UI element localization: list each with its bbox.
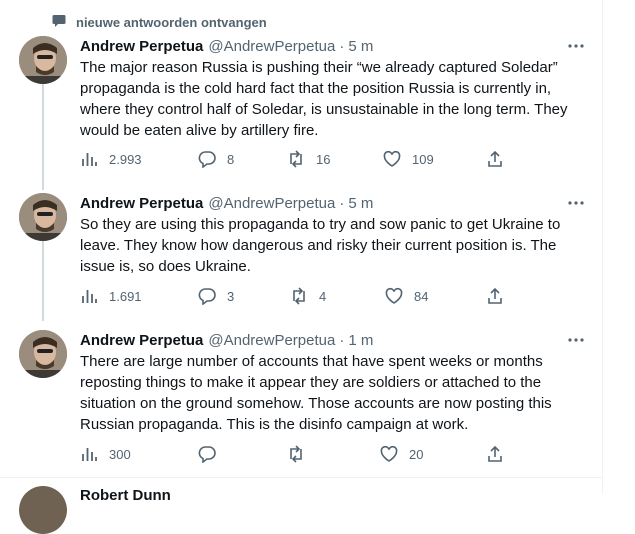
like-count: 109 bbox=[412, 151, 434, 167]
separator: · bbox=[339, 37, 345, 55]
speech-bubble-icon bbox=[52, 14, 66, 31]
timestamp[interactable]: 5 m bbox=[348, 195, 373, 212]
like-button[interactable]: 84 bbox=[385, 286, 428, 306]
avatar[interactable] bbox=[19, 486, 67, 534]
avatar[interactable] bbox=[19, 36, 67, 84]
scrollbar[interactable] bbox=[628, 0, 635, 494]
views-button[interactable]: 1.691 bbox=[80, 286, 142, 306]
reply-icon bbox=[198, 446, 216, 463]
share-button[interactable] bbox=[486, 444, 504, 464]
reply-button[interactable]: 8 bbox=[198, 149, 234, 169]
notify-replies-row[interactable]: nieuwe antwoorden ontvangen bbox=[52, 13, 267, 31]
author-name[interactable]: Robert Dunn bbox=[80, 487, 171, 504]
tweet[interactable]: Andrew Perpetua @AndrewPerpetua · 5 m So… bbox=[0, 193, 602, 313]
author-name[interactable]: Andrew Perpetua bbox=[80, 38, 203, 55]
avatar[interactable] bbox=[19, 330, 67, 378]
views-count: 2.993 bbox=[109, 151, 142, 167]
tweet-text: The major reason Russia is pushing their… bbox=[80, 59, 568, 139]
author-handle[interactable]: @AndrewPerpetua bbox=[208, 38, 335, 55]
author-name[interactable]: Andrew Perpetua bbox=[80, 332, 203, 349]
reply-icon bbox=[198, 288, 216, 305]
reply-icon bbox=[198, 151, 216, 168]
author-handle[interactable]: @AndrewPerpetua bbox=[208, 332, 335, 349]
tweet-actions: 2.993 8 16 109 bbox=[80, 149, 510, 169]
share-icon bbox=[488, 150, 502, 167]
retweet-icon bbox=[293, 287, 305, 305]
reply-button[interactable]: 3 bbox=[198, 286, 234, 306]
tweet[interactable]: Andrew Perpetua @AndrewPerpetua · 5 m Th… bbox=[0, 36, 602, 176]
views-button[interactable]: 2.993 bbox=[80, 149, 142, 169]
views-icon bbox=[82, 448, 97, 461]
timestamp[interactable]: 1 m bbox=[348, 332, 373, 349]
notify-replies-label: nieuwe antwoorden ontvangen bbox=[76, 14, 267, 30]
timeline-column: nieuwe antwoorden ontvangen Andrew Perpe… bbox=[0, 0, 603, 534]
heart-icon bbox=[380, 445, 398, 462]
more-options-button[interactable] bbox=[565, 195, 587, 211]
like-count: 20 bbox=[409, 446, 424, 462]
ellipsis-icon bbox=[568, 44, 584, 48]
retweet-icon bbox=[290, 445, 302, 463]
retweet-icon bbox=[290, 150, 302, 168]
views-count: 300 bbox=[109, 446, 131, 462]
ellipsis-icon bbox=[568, 201, 584, 205]
retweet-button[interactable]: 16 bbox=[287, 149, 330, 169]
reply-button[interactable] bbox=[198, 444, 227, 464]
more-options-button[interactable] bbox=[565, 332, 587, 348]
avatar[interactable] bbox=[19, 193, 67, 241]
more-options-button[interactable] bbox=[565, 38, 587, 54]
separator: · bbox=[339, 194, 345, 212]
author-name[interactable]: Andrew Perpetua bbox=[80, 195, 203, 212]
tweet-text: So they are using this propaganda to try… bbox=[80, 216, 561, 275]
tweet-header: Andrew Perpetua @AndrewPerpetua · 1 m bbox=[80, 330, 373, 350]
share-button[interactable] bbox=[486, 286, 504, 306]
views-icon bbox=[82, 290, 97, 303]
retweet-button[interactable]: 4 bbox=[290, 286, 326, 306]
reply-count: 8 bbox=[227, 151, 235, 167]
tweet-text: There are large number of accounts that … bbox=[80, 353, 552, 433]
tweet-actions: 1.691 3 4 84 bbox=[80, 286, 510, 306]
author-handle[interactable]: @AndrewPerpetua bbox=[208, 195, 335, 212]
heart-icon bbox=[383, 150, 401, 167]
views-icon bbox=[82, 153, 97, 166]
ellipsis-icon bbox=[568, 338, 584, 342]
views-button[interactable]: 300 bbox=[80, 444, 131, 464]
tweet-header: Andrew Perpetua @AndrewPerpetua · 5 m bbox=[80, 36, 373, 56]
share-button[interactable] bbox=[486, 149, 504, 169]
timestamp[interactable]: 5 m bbox=[348, 38, 373, 55]
like-count: 84 bbox=[414, 288, 429, 304]
retweet-button[interactable] bbox=[287, 444, 316, 464]
heart-icon bbox=[385, 287, 403, 304]
like-button[interactable]: 20 bbox=[380, 444, 423, 464]
views-count: 1.691 bbox=[109, 288, 142, 304]
separator: · bbox=[339, 331, 345, 349]
retweet-count: 4 bbox=[319, 288, 327, 304]
tweet-actions: 300 20 bbox=[80, 444, 510, 464]
like-button[interactable]: 109 bbox=[383, 149, 434, 169]
retweet-count: 16 bbox=[316, 151, 331, 167]
reply-count: 3 bbox=[227, 288, 235, 304]
share-icon bbox=[488, 287, 502, 304]
tweet-header: Andrew Perpetua @AndrewPerpetua · 5 m bbox=[80, 193, 373, 213]
tweet-divider bbox=[0, 477, 602, 478]
tweet[interactable]: Andrew Perpetua @AndrewPerpetua · 1 m Th… bbox=[0, 330, 602, 470]
share-icon bbox=[488, 445, 502, 462]
